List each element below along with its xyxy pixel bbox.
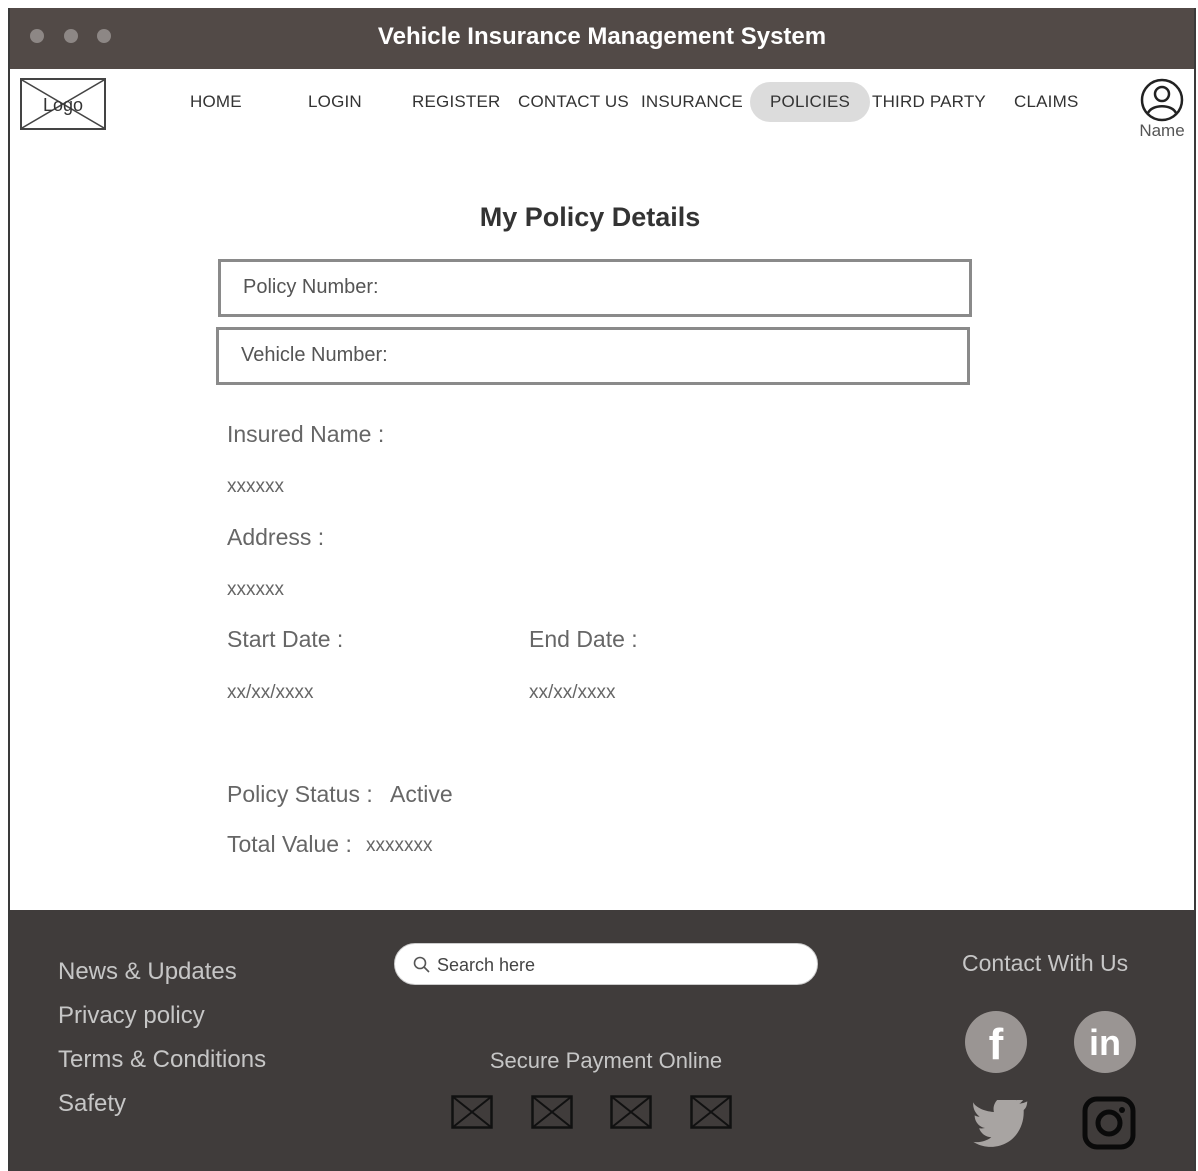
- nav-claims[interactable]: CLAIMS: [1014, 92, 1079, 112]
- page-title: My Policy Details: [479, 202, 701, 232]
- user-profile[interactable]: Name: [1134, 78, 1190, 141]
- app-window: Vehicle Insurance Management System Logo…: [8, 8, 1196, 1171]
- instagram-icon[interactable]: [1082, 1096, 1136, 1150]
- policy-status-label: Policy Status :: [227, 781, 373, 807]
- logo-label: Logo: [42, 95, 84, 115]
- search-bar[interactable]: [394, 943, 818, 985]
- contact-title: Contact With Us: [962, 950, 1129, 976]
- end-date-value: xx/xx/xxxx: [529, 682, 616, 703]
- vehicle-number-field[interactable]: Vehicle Number:: [216, 327, 970, 385]
- payment-method-3-icon: [610, 1095, 652, 1129]
- policy-number-label: Policy Number:: [243, 276, 379, 298]
- footer-link-news-updates[interactable]: News & Updates: [58, 958, 237, 986]
- end-date-label: End Date :: [529, 626, 638, 652]
- user-name: Name: [1139, 121, 1185, 140]
- secure-payment-title: Secure Payment Online: [489, 1048, 723, 1073]
- total-value-value: xxxxxxx: [366, 835, 433, 856]
- search-input[interactable]: [435, 952, 799, 978]
- nav-home[interactable]: HOME: [190, 92, 242, 112]
- total-value-label: Total Value :: [227, 831, 352, 857]
- nav-third-party[interactable]: THIRD PARTY: [872, 92, 986, 112]
- insured-name-value: xxxxxx: [227, 476, 284, 497]
- footer-link-privacy-policy[interactable]: Privacy policy: [58, 1002, 205, 1030]
- policy-number-field[interactable]: Policy Number:: [218, 259, 972, 317]
- linkedin-letters: in: [1089, 1022, 1121, 1063]
- nav-register[interactable]: REGISTER: [412, 92, 501, 112]
- payment-method-2-icon: [531, 1095, 573, 1129]
- address-label: Address :: [227, 524, 325, 550]
- nav-insurance[interactable]: INSURANCE: [641, 92, 743, 112]
- user-circle-icon: [1140, 78, 1184, 122]
- footer-link-terms-conditions[interactable]: Terms & Conditions: [58, 1046, 266, 1074]
- search-icon: [413, 956, 430, 973]
- twitter-icon[interactable]: [972, 1100, 1030, 1150]
- logo[interactable]: Logo: [20, 78, 106, 130]
- start-date-label: Start Date :: [227, 626, 344, 652]
- linkedin-icon[interactable]: in: [1073, 1010, 1137, 1074]
- window-title: Vehicle Insurance Management System: [377, 23, 827, 50]
- payment-method-1-icon: [451, 1095, 493, 1129]
- address-value: xxxxxx: [227, 579, 284, 600]
- footer-link-safety[interactable]: Safety: [58, 1090, 126, 1118]
- vehicle-number-label: Vehicle Number:: [241, 344, 388, 366]
- nav-contact-us[interactable]: CONTACT US: [518, 92, 629, 112]
- payment-method-4-icon: [690, 1095, 732, 1129]
- nav-policies[interactable]: POLICIES: [750, 82, 871, 122]
- facebook-icon[interactable]: f: [964, 1010, 1028, 1074]
- policy-status-value: Active: [390, 781, 453, 807]
- footer: News & Updates Privacy policy Terms & Co…: [10, 910, 1194, 1171]
- nav-login[interactable]: LOGIN: [308, 92, 362, 112]
- facebook-letter: f: [989, 1020, 1004, 1069]
- start-date-value: xx/xx/xxxx: [227, 682, 314, 703]
- title-bar: Vehicle Insurance Management System: [10, 8, 1194, 69]
- insured-name-label: Insured Name :: [227, 421, 385, 447]
